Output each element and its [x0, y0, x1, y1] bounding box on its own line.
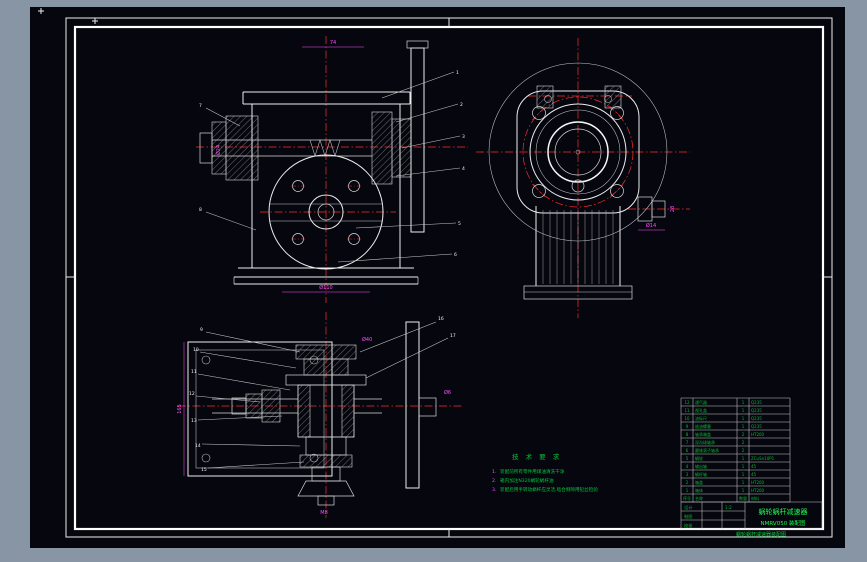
bom-cell: 1	[742, 416, 745, 421]
bom-cell: 45	[751, 472, 757, 477]
bom-cell: Q235	[751, 416, 762, 421]
note-number: 2.	[492, 478, 496, 484]
note-number: 3.	[492, 487, 496, 493]
bom-cell: 1	[742, 480, 745, 485]
part-balloon: 12	[189, 391, 195, 397]
part-balloon: 14	[195, 443, 201, 449]
part-balloon: 8	[199, 207, 202, 213]
bom-cell: 通气器	[695, 399, 707, 405]
bom-cell: 输出轴	[695, 463, 707, 469]
title-field-scale: 1:2	[725, 505, 732, 510]
bom-cell: 放油螺塞	[695, 423, 711, 429]
part-balloon: 6	[454, 252, 457, 258]
bom-cell: Q235	[751, 424, 762, 429]
bom-cell: 1	[742, 408, 745, 413]
bom-cell: HT200	[751, 432, 765, 437]
bom-cell: HT200	[751, 488, 765, 493]
note-line: 箱内加注N320蜗轮蜗杆油	[500, 477, 554, 484]
part-balloon: 9	[200, 327, 203, 333]
product-title: 蜗轮蜗杆减速器	[759, 507, 808, 516]
bom-cell: 2	[742, 432, 745, 437]
part-balloon: 2	[460, 102, 463, 108]
bom-cell: 2	[742, 440, 745, 445]
bom-cell: 5	[686, 456, 689, 461]
drawing-svg: 1 2 3 4 5 6 7 8 74 Ø24 Ø110 Ø14 28 9 10 …	[30, 7, 845, 548]
bom-header-cell: 材料	[751, 495, 759, 501]
bom-cell: 圆锥滚子轴承	[695, 447, 719, 453]
part-balloon: 3	[462, 134, 465, 140]
part-balloon: 11	[191, 369, 197, 375]
part-balloon: 15	[201, 467, 207, 473]
bom-cell: 10	[684, 416, 690, 421]
bom-cell: HT200	[751, 480, 765, 485]
title-field-check: 校核	[684, 522, 693, 529]
title-footer: 蜗轮蜗杆减速器装配图	[736, 531, 786, 538]
bom-cell: ZCuSn10P1	[751, 456, 775, 461]
part-balloon: 16	[438, 316, 444, 322]
part-balloon: 4	[462, 166, 465, 172]
bom-cell: 蜗杆轴	[695, 471, 707, 477]
dim-v1-bottom: Ø110	[319, 284, 332, 291]
dim-v1-left: Ø24	[215, 145, 222, 155]
notes-title: 技 术 要 求	[512, 452, 562, 461]
part-balloon: 5	[458, 221, 461, 227]
dim-v3-bottom: M8	[320, 510, 328, 516]
bom-cell: 油标尺	[695, 415, 707, 421]
bom-cell: Q235	[751, 400, 762, 405]
bom-cell: 视孔盖	[695, 407, 707, 413]
bom-cell: 1	[742, 472, 745, 477]
sheet-frame	[30, 7, 845, 548]
bom-cell: 6	[686, 448, 689, 453]
bom-cell: 1	[686, 488, 689, 493]
part-balloon: 13	[191, 418, 197, 424]
bom-cell: 9	[686, 424, 689, 429]
dim-v3-height: 165	[177, 404, 183, 414]
bom-cell: 11	[684, 408, 690, 413]
cad-canvas[interactable]: 1 2 3 4 5 6 7 8 74 Ø24 Ø110 Ø14 28 9 10 …	[0, 0, 867, 562]
part-balloon: 1	[456, 70, 459, 76]
dim-v1-top: 74	[330, 40, 336, 46]
title-field-design: 设计	[684, 504, 692, 511]
drawing-code: NMRV050 装配图	[761, 519, 806, 527]
bom-header-cell: 数量	[739, 495, 747, 501]
bom-cell: 1	[742, 488, 745, 493]
bom-cell: 深沟球轴承	[695, 439, 715, 445]
bom-cell: 4	[686, 464, 689, 469]
part-balloon: 7	[199, 103, 202, 109]
bom-header-cell: 名称	[695, 495, 703, 501]
part-balloon: 17	[450, 333, 456, 339]
sheet-background	[30, 7, 845, 548]
bom-header-cell: 序号	[683, 495, 691, 501]
bom-cell: 1	[742, 464, 745, 469]
note-number: 1.	[492, 469, 496, 475]
bom-cell: 箱体	[695, 487, 703, 493]
bom-cell: 12	[684, 400, 690, 405]
dim-v3-top: Ø40	[362, 336, 372, 343]
dim-v2-len: 28	[670, 206, 676, 212]
dim-v2-dia: Ø14	[646, 222, 656, 229]
dim-v3-right: Ø6	[444, 389, 451, 396]
bom-cell: 蜗轮	[695, 455, 703, 461]
bom-cell: 3	[686, 472, 689, 477]
bom-cell: 箱盖	[695, 479, 703, 485]
bom-cell: 45	[751, 464, 757, 469]
bom-cell: 7	[686, 440, 689, 445]
bom-cell: 2	[742, 448, 745, 453]
bom-cell: 轴承端盖	[695, 431, 711, 437]
part-balloon: 10	[193, 347, 199, 353]
bom-cell: 2	[686, 480, 689, 485]
title-field-draft: 制图	[684, 513, 692, 520]
bom-cell: Q235	[751, 408, 762, 413]
bom-cell: 8	[686, 432, 689, 437]
note-line: 装配前所有零件用煤油清洗干净	[500, 468, 565, 475]
bom-cell: 1	[742, 400, 745, 405]
bom-cell: 1	[742, 456, 745, 461]
note-line: 装配后用手转动蜗杆应灵活,啮合侧隙用铅丝检验	[500, 486, 598, 493]
bom-cell: 1	[742, 424, 745, 429]
